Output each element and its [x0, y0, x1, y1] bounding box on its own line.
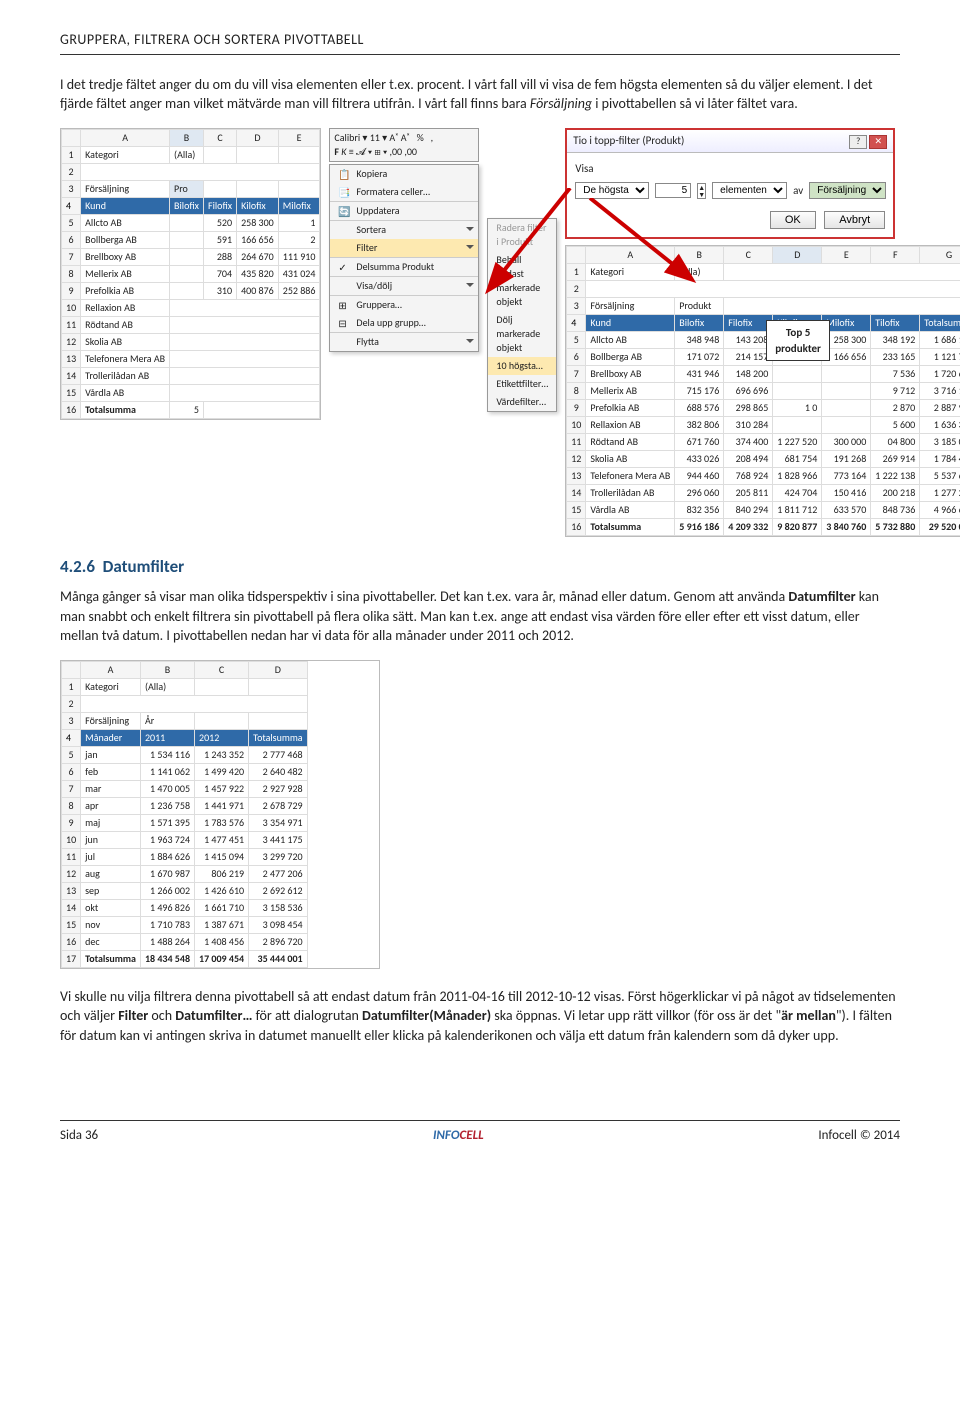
close-icon[interactable]: ✕ [869, 135, 887, 149]
excel-months-table: ABCD 1Kategori(Alla) 2 3FörsäljningÅr 4M… [60, 660, 380, 969]
excel-right-table: ABCDEFG 1Kategori(Alla) 2 3FörsäljningPr… [565, 245, 960, 537]
footer-logo: INFOCELL [433, 1127, 484, 1145]
menu-show-hide[interactable]: Visa/dölj [330, 276, 478, 295]
menu-subtotal[interactable]: ✓Delsumma Produkt [330, 257, 478, 276]
ok-button[interactable]: OK [770, 211, 816, 229]
section-num: 4.2.6 [60, 556, 95, 577]
screenshot-top-block: ABCDE 1Kategori(Alla) 2 3FörsäljningPro … [60, 128, 900, 537]
excel-left-table: ABCDE 1Kategori(Alla) 2 3FörsäljningPro … [60, 128, 321, 420]
submenu-clear-filter: Radera filter i Produkt [488, 219, 556, 251]
page-header: GRUPPERA, FILTRERA OCH SORTERA PIVOTTABE… [60, 30, 900, 55]
menu-refresh[interactable]: 🔄Uppdatera [330, 201, 478, 220]
dialog-av-label: av [793, 183, 803, 198]
menu-copy[interactable]: 📋Kopiera [330, 165, 478, 183]
top5-callout: Top 5produkter [766, 320, 830, 361]
menu-group[interactable]: ⊞Gruppera… [330, 295, 478, 314]
dialog-title: Tio i topp-filter (Produkt) [573, 133, 684, 148]
para1-b: i pivottabellen så vi låter fältet vara. [592, 95, 798, 112]
menu-ungroup[interactable]: ⊟Dela upp grupp… [330, 314, 478, 332]
count-spinner[interactable] [655, 183, 691, 198]
submenu-keep-selected[interactable]: Behåll endast markerade objekt [488, 251, 556, 311]
measure-select[interactable]: Försäljning [809, 182, 886, 199]
menu-filter[interactable]: Filter [330, 239, 478, 257]
submenu-top10[interactable]: 10 högsta… [488, 357, 556, 375]
dialog-window-buttons[interactable]: ?✕ [847, 133, 887, 149]
menu-move[interactable]: Flytta [330, 332, 478, 351]
submenu-hide-selected[interactable]: Dölj markerade objekt [488, 311, 556, 357]
paragraph-1: I det tredje fältet anger du om du vill … [60, 75, 900, 114]
help-icon[interactable]: ? [849, 135, 867, 149]
section-title: Datumfilter [103, 556, 185, 577]
page-footer: Sida 36 INFOCELL Infocell © 2014 [60, 1120, 900, 1145]
menu-sort[interactable]: Sortera [330, 220, 478, 239]
menu-format-cells[interactable]: 📑Formatera celler… [330, 183, 478, 201]
submenu-label-filter[interactable]: Etikettfilter… [488, 375, 556, 393]
filter-submenu[interactable]: Radera filter i Produkt Behåll endast ma… [487, 218, 557, 412]
top-bottom-select[interactable]: De högsta [575, 182, 649, 199]
top10-dialog: Tio i topp-filter (Produkt) ?✕ Visa De h… [565, 128, 895, 239]
section-heading: 4.2.6 Datumfilter [60, 555, 900, 579]
paragraph-3: Vi skulle nu vilja filtrera denna pivott… [60, 987, 900, 1046]
submenu-value-filter[interactable]: Värdefilter… [488, 393, 556, 411]
mini-toolbar: Calibri ▾ 11 ▾ A˟ A˟ % , F K ≡ 𝓐 ▾ ⊞ ▾ ,… [329, 128, 479, 162]
context-menu[interactable]: 📋Kopiera 📑Formatera celler… 🔄Uppdatera S… [329, 164, 479, 352]
unit-select[interactable]: elementen [712, 182, 787, 199]
cancel-button[interactable]: Avbryt [824, 211, 885, 229]
footer-copyright: Infocell © 2014 [818, 1127, 900, 1145]
para1-em: Försäljning [530, 95, 592, 112]
paragraph-2: Många gånger så visar man olika tidspers… [60, 587, 900, 646]
spinner-buttons[interactable]: ▲▼ [697, 183, 706, 199]
footer-page-num: Sida 36 [60, 1127, 98, 1145]
dialog-visa-label: Visa [575, 161, 885, 176]
